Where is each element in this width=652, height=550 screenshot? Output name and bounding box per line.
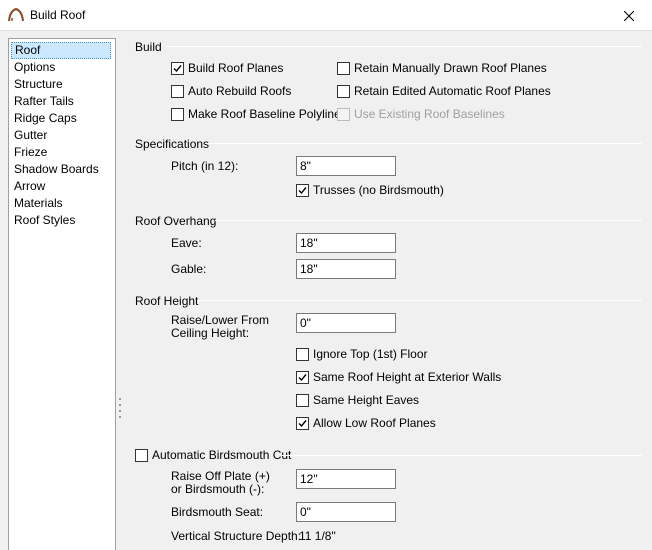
checkbox-label: Retain Manually Drawn Roof Planes: [354, 61, 547, 75]
group-divider: [205, 143, 642, 144]
checkbox-label: Retain Edited Automatic Roof Planes: [354, 84, 551, 98]
nav-item-rafter-tails[interactable]: Rafter Tails: [11, 93, 77, 110]
category-list[interactable]: Roof Options Structure Rafter Tails Ridg…: [8, 38, 116, 550]
specifications-group-title: Specifications: [135, 137, 210, 151]
gable-label: Gable:: [171, 262, 207, 276]
close-icon: [624, 10, 634, 21]
nav-item-materials[interactable]: Materials: [11, 195, 66, 212]
automatic-birdsmouth-cut-checkbox[interactable]: Automatic Birdsmouth Cut: [135, 448, 291, 462]
nav-item-arrow[interactable]: Arrow: [11, 178, 48, 195]
checkbox-label: Auto Rebuild Roofs: [188, 84, 292, 98]
checkmark-icon: [298, 373, 307, 381]
checkbox-box: [171, 84, 184, 98]
make-baseline-polylines-checkbox[interactable]: Make Roof Baseline Polylines: [171, 107, 347, 121]
eave-label: Eave:: [171, 236, 202, 250]
gable-input[interactable]: [296, 259, 396, 279]
checkbox-box: [296, 183, 309, 197]
window-title: Build Roof: [30, 8, 86, 22]
pitch-input[interactable]: [296, 156, 396, 176]
roof-app-icon: [8, 8, 24, 22]
nav-item-gutter[interactable]: Gutter: [11, 127, 50, 144]
group-divider: [166, 46, 642, 47]
ignore-top-floor-checkbox[interactable]: Ignore Top (1st) Floor: [296, 347, 428, 361]
same-height-eaves-checkbox[interactable]: Same Height Eaves: [296, 393, 419, 407]
vertical-structure-depth-value: 11 1/8": [299, 529, 336, 543]
group-divider: [198, 300, 642, 301]
retain-edited-planes-checkbox[interactable]: Retain Edited Automatic Roof Planes: [337, 84, 551, 98]
birdsmouth-seat-input[interactable]: [296, 502, 396, 522]
checkbox-box: [135, 448, 148, 462]
nav-item-options[interactable]: Options: [11, 59, 58, 76]
nav-item-frieze[interactable]: Frieze: [11, 144, 50, 161]
checkbox-label: Same Roof Height at Exterior Walls: [313, 370, 502, 384]
trusses-checkbox[interactable]: Trusses (no Birdsmouth): [296, 183, 444, 197]
nav-item-roof[interactable]: Roof: [11, 42, 111, 59]
checkbox-box: [337, 84, 350, 98]
raise-lower-label-line2: Ceiling Height:: [171, 326, 250, 340]
checkbox-box: [171, 107, 184, 121]
raise-off-plate-label-line2: or Birdsmouth (-):: [171, 482, 265, 496]
group-divider: [215, 220, 642, 221]
checkmark-icon: [173, 64, 182, 72]
height-group-title: Roof Height: [135, 294, 199, 308]
checkbox-label: Build Roof Planes: [188, 61, 284, 75]
same-height-exterior-walls-checkbox[interactable]: Same Roof Height at Exterior Walls: [296, 370, 501, 384]
panel-splitter[interactable]: [117, 390, 123, 430]
retain-manual-planes-checkbox[interactable]: Retain Manually Drawn Roof Planes: [337, 61, 547, 75]
checkbox-label: Allow Low Roof Planes: [313, 416, 436, 430]
checkbox-box: [337, 107, 350, 121]
close-button[interactable]: [606, 0, 652, 31]
checkbox-box: [296, 393, 309, 407]
raise-lower-input[interactable]: [296, 313, 396, 333]
pitch-label: Pitch (in 12):: [171, 159, 239, 173]
checkbox-box: [296, 370, 309, 384]
raise-lower-label: Raise/Lower From Ceiling Height:: [171, 314, 269, 340]
group-divider: [282, 455, 642, 456]
checkbox-label: Same Height Eaves: [313, 393, 420, 407]
checkbox-label: Automatic Birdsmouth Cut: [152, 448, 292, 462]
build-roof-planes-checkbox[interactable]: Build Roof Planes: [171, 61, 283, 75]
allow-low-roof-planes-checkbox[interactable]: Allow Low Roof Planes: [296, 416, 436, 430]
nav-item-shadow-boards[interactable]: Shadow Boards: [11, 161, 102, 178]
nav-item-roof-styles[interactable]: Roof Styles: [11, 212, 78, 229]
nav-item-structure[interactable]: Structure: [11, 76, 66, 93]
birdsmouth-seat-label: Birdsmouth Seat:: [171, 505, 264, 519]
raise-off-plate-input[interactable]: [296, 469, 396, 489]
checkbox-label: Use Existing Roof Baselines: [354, 107, 505, 121]
checkbox-box: [171, 61, 184, 75]
checkbox-label: Make Roof Baseline Polylines: [188, 107, 347, 121]
build-group-title: Build: [135, 40, 162, 54]
auto-rebuild-roofs-checkbox[interactable]: Auto Rebuild Roofs: [171, 84, 291, 98]
nav-item-ridge-caps[interactable]: Ridge Caps: [11, 110, 80, 127]
checkbox-box: [296, 416, 309, 430]
checkmark-icon: [298, 419, 307, 427]
checkbox-label: Trusses (no Birdsmouth): [313, 183, 444, 197]
checkbox-box: [337, 61, 350, 75]
use-existing-baselines-checkbox: Use Existing Roof Baselines: [337, 107, 505, 121]
checkmark-icon: [298, 186, 307, 194]
title-bar: Build Roof: [0, 0, 652, 31]
raise-off-plate-label: Raise Off Plate (+) or Birdsmouth (-):: [171, 470, 270, 496]
vertical-structure-depth-label: Vertical Structure Depth:: [171, 529, 302, 543]
checkbox-box: [296, 347, 309, 361]
checkbox-label: Ignore Top (1st) Floor: [313, 347, 428, 361]
overhang-group-title: Roof Overhang: [135, 214, 217, 228]
eave-input[interactable]: [296, 233, 396, 253]
